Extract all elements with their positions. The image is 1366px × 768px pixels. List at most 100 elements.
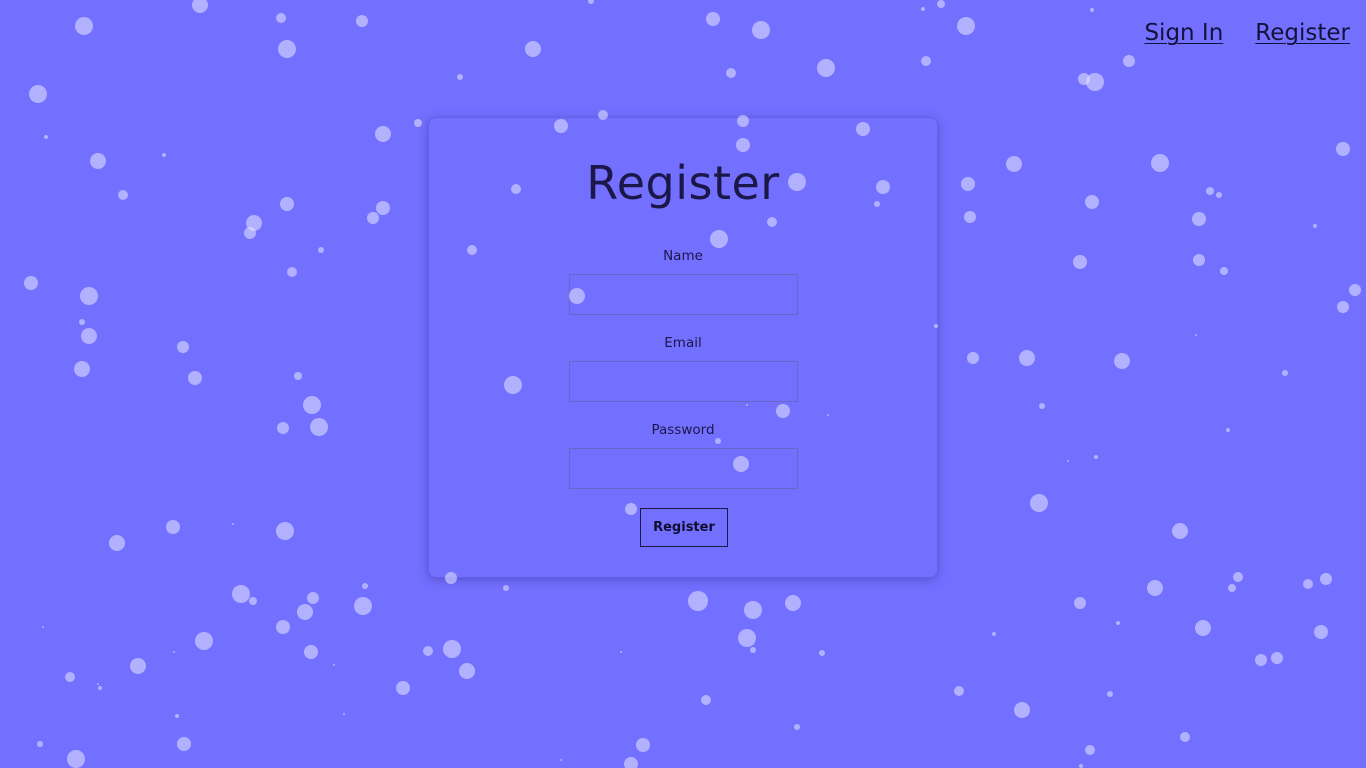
snowflake (624, 757, 638, 768)
snowflake (1192, 212, 1206, 226)
snowflake (192, 0, 208, 13)
password-input[interactable] (569, 448, 798, 489)
snowflake (1195, 620, 1211, 636)
name-input[interactable] (569, 274, 798, 315)
snowflake (1303, 579, 1313, 589)
snowflake (1228, 584, 1236, 592)
snowflake (1085, 195, 1099, 209)
snowflake (318, 247, 324, 253)
snowflake (166, 520, 180, 534)
snowflake (750, 647, 756, 653)
snowflake (42, 626, 44, 628)
snowflake (1271, 652, 1283, 664)
snowflake (362, 583, 368, 589)
snowflake (937, 0, 945, 8)
snowflake (1006, 156, 1022, 172)
snowflake (1193, 254, 1205, 266)
snowflake (67, 750, 85, 768)
snowflake (276, 522, 294, 540)
snowflake (1336, 142, 1350, 156)
snowflake (44, 135, 48, 139)
snowflake (24, 276, 38, 290)
snowflake (459, 663, 475, 679)
snowflake (1114, 353, 1130, 369)
snowflake (967, 352, 979, 364)
snowflake (287, 267, 297, 277)
snowflake (1123, 55, 1135, 67)
snowflake (817, 59, 835, 77)
register-button[interactable]: Register (640, 508, 728, 547)
sign-in-link[interactable]: Sign In (1144, 20, 1223, 46)
snowflake (1282, 370, 1288, 376)
snowflake (636, 738, 650, 752)
snowflake (90, 153, 106, 169)
snowflake (457, 74, 463, 80)
snowflake (620, 651, 622, 653)
snowflake (277, 422, 289, 434)
snowflake (706, 12, 720, 26)
snowflake (130, 658, 146, 674)
snowflake (1086, 73, 1104, 91)
snowflake (1255, 654, 1267, 666)
snowflake (688, 591, 708, 611)
snowflake (81, 328, 97, 344)
snowflake (188, 371, 202, 385)
snowflake (297, 604, 313, 620)
snowflake (97, 683, 99, 685)
snowflake (957, 17, 975, 35)
snowflake (785, 595, 801, 611)
snowflake (375, 126, 391, 142)
snowflake (177, 737, 191, 751)
snowflake (1180, 732, 1190, 742)
snowflake (819, 650, 825, 656)
snowflake (738, 629, 756, 647)
snowflake (1079, 764, 1083, 768)
email-input[interactable] (569, 361, 798, 402)
snowflake (175, 714, 179, 718)
password-label: Password (651, 422, 715, 438)
snowflake (1039, 403, 1045, 409)
snowflake (1116, 621, 1120, 625)
snowflake (921, 7, 925, 11)
snowflake (1085, 745, 1095, 755)
top-nav: Sign In Register (1144, 20, 1350, 46)
snowflake (98, 686, 102, 690)
snowflake (303, 396, 321, 414)
snowflake (1206, 187, 1214, 195)
snowflake (964, 211, 976, 223)
snowflake (992, 632, 996, 636)
snowflake (588, 0, 594, 4)
snowflake (1078, 73, 1090, 85)
snowflake (503, 585, 509, 591)
snowflake (356, 15, 368, 27)
snowflake (954, 686, 964, 696)
snowflake (343, 713, 345, 715)
snowflake (29, 85, 47, 103)
snowflake (333, 664, 335, 666)
snowflake (1172, 523, 1188, 539)
snowflake (162, 153, 166, 157)
snowflake (1233, 572, 1243, 582)
snowflake (367, 212, 379, 224)
snowflake (726, 68, 736, 78)
snowflake (1349, 284, 1361, 296)
snowflake (1094, 455, 1098, 459)
snowflake (276, 13, 286, 23)
snowflake (1147, 580, 1163, 596)
snowflake (396, 681, 410, 695)
snowflake (79, 319, 85, 325)
snowflake (1107, 691, 1113, 697)
snowflake (744, 601, 762, 619)
snowflake (65, 672, 75, 682)
snowflake (1320, 573, 1332, 585)
email-label: Email (664, 335, 702, 351)
snowflake (525, 41, 541, 57)
snowflake (921, 56, 931, 66)
snowflake (118, 190, 128, 200)
snowflake (354, 597, 372, 615)
snowflake (304, 645, 318, 659)
snowflake (232, 585, 250, 603)
snowflake (294, 372, 302, 380)
snowflake (1067, 460, 1069, 462)
register-link[interactable]: Register (1255, 20, 1350, 46)
